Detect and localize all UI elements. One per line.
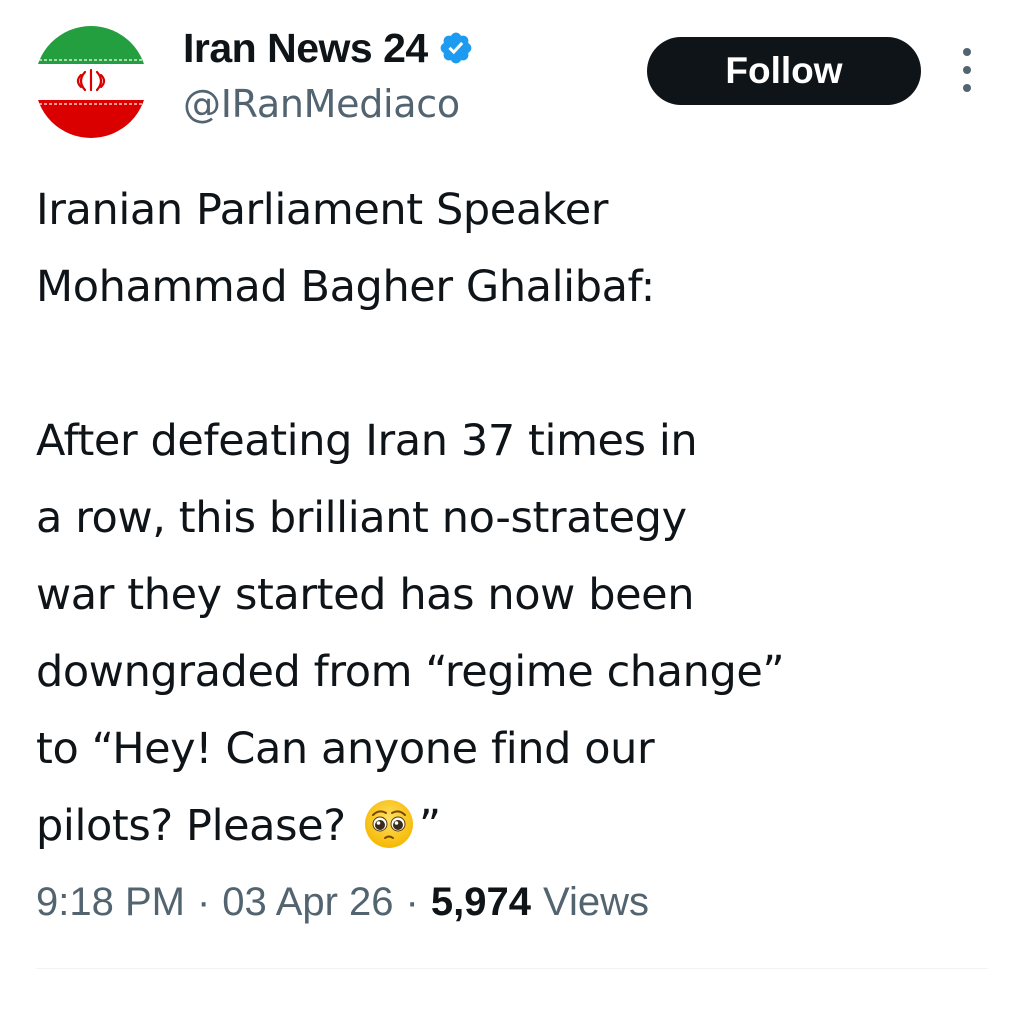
- tweet-meta: 9:18 PM · 03 Apr 26 · 5,974 Views: [36, 880, 649, 925]
- tweet-card: Iran News 24 @IRanMediaco Follow Iranian…: [0, 0, 1024, 1011]
- tweet-line: After defeating Iran 37 times in: [36, 416, 698, 466]
- follow-button[interactable]: Follow: [647, 37, 921, 105]
- meta-separator: ·: [196, 880, 211, 924]
- tweet-line: Mohammad Bagher Ghalibaf:: [36, 262, 655, 312]
- tweet-line: a row, this brilliant no-strategy: [36, 493, 687, 543]
- tweet-line: to “Hey! Can anyone find our: [36, 724, 655, 774]
- divider: [36, 968, 988, 969]
- author-display-name[interactable]: Iran News 24: [183, 25, 428, 72]
- tweet-text: Iranian Parliament Speaker Mohammad Bagh…: [36, 172, 996, 865]
- author-handle[interactable]: @IRanMediaco: [183, 82, 474, 126]
- tweet-date[interactable]: 03 Apr 26: [222, 880, 393, 925]
- views-label[interactable]: Views: [543, 880, 649, 925]
- closing-quote: ”: [418, 801, 441, 851]
- more-options-icon[interactable]: [950, 48, 984, 92]
- verified-badge-icon[interactable]: [438, 30, 474, 66]
- more-dot: [963, 84, 971, 92]
- tweet-line-text: pilots? Please?: [36, 801, 346, 851]
- meta-separator: ·: [405, 880, 419, 924]
- pleading-face-emoji-icon: [363, 798, 415, 850]
- author-info: Iran News 24 @IRanMediaco: [183, 22, 474, 126]
- tweet-time[interactable]: 9:18 PM: [36, 880, 185, 925]
- iran-flag-avatar-icon: [35, 26, 147, 138]
- tweet-line: war they started has now been: [36, 570, 695, 620]
- tweet-line-last: pilots? Please? ”: [36, 788, 996, 865]
- more-dot: [963, 48, 971, 56]
- views-count[interactable]: 5,974: [431, 880, 531, 925]
- author-avatar[interactable]: [35, 26, 147, 138]
- author-name-row: Iran News 24: [183, 22, 474, 74]
- tweet-line: downgraded from “regime change”: [36, 647, 785, 697]
- tweet-line: Iranian Parliament Speaker: [36, 185, 609, 235]
- more-dot: [963, 66, 971, 74]
